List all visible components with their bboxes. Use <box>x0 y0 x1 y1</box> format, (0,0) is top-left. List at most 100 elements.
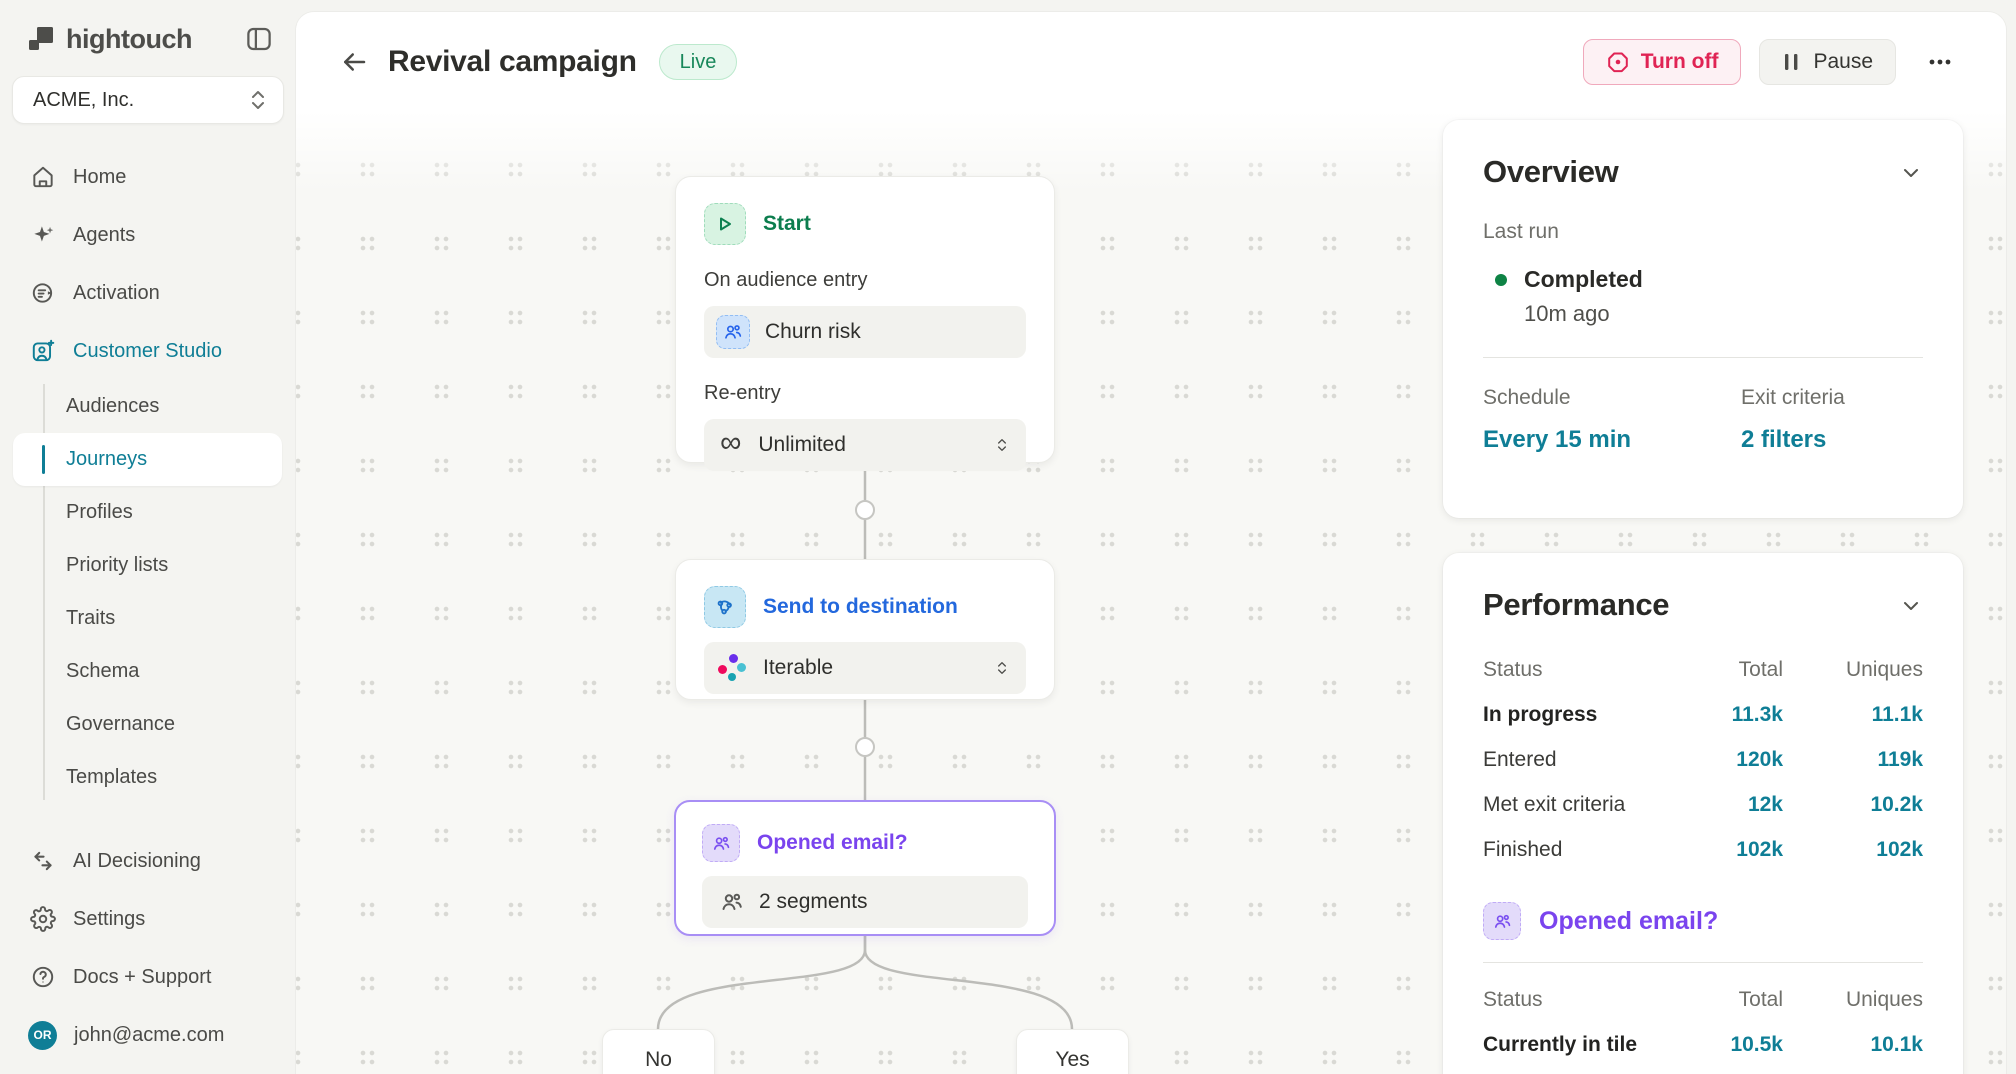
branch-node-opened-email[interactable]: Opened email? 2 segments <box>674 800 1056 936</box>
more-menu-button[interactable] <box>1918 40 1962 84</box>
audience-field[interactable]: Churn risk <box>704 306 1026 358</box>
segments-value: 2 segments <box>759 890 868 914</box>
iterable-logo-icon <box>716 652 748 684</box>
pause-button[interactable]: Pause <box>1759 39 1896 85</box>
back-button[interactable] <box>334 42 374 82</box>
stop-octagon-icon <box>1606 50 1630 74</box>
sidebar-item-priority-lists[interactable]: Priority lists <box>13 539 282 592</box>
sidebar-item-settings[interactable]: Settings <box>0 890 296 948</box>
status-badge-live: Live <box>659 44 738 80</box>
sidebar-item-agents[interactable]: Agents <box>0 206 296 264</box>
send-node-title: Send to destination <box>763 595 958 619</box>
row-total: 11.3k <box>1673 703 1783 727</box>
chevron-down-icon[interactable] <box>1899 160 1923 184</box>
page-header: Revival campaign Live Turn off Pause <box>296 12 2006 112</box>
workspace-selector[interactable]: ACME, Inc. <box>12 76 284 124</box>
row-total: 10.5k <box>1673 1033 1783 1057</box>
sidebar-item-profiles[interactable]: Profiles <box>13 486 282 539</box>
turn-off-button[interactable]: Turn off <box>1583 39 1742 85</box>
sidebar-item-ai-decisioning[interactable]: AI Decisioning <box>0 832 296 890</box>
tile-table: Status Total Uniques Currently in tile 1… <box>1483 977 1923 1067</box>
sidebar-item-audiences[interactable]: Audiences <box>13 380 282 433</box>
user-email: john@acme.com <box>74 1024 224 1047</box>
overview-panel: Overview Last run Completed 10m ago Sche… <box>1443 120 1963 518</box>
workspace-name: ACME, Inc. <box>33 89 134 112</box>
column-status: Status <box>1483 658 1673 682</box>
branch-no-label: No <box>645 1048 672 1072</box>
branch-yes-card[interactable]: Yes <box>1016 1029 1129 1074</box>
hightouch-logo-icon <box>26 24 56 54</box>
row-total: 120k <box>1673 748 1783 772</box>
chevron-up-down-icon <box>996 656 1014 680</box>
table-header-row: Status Total Uniques <box>1483 977 1923 1022</box>
start-node-title: Start <box>763 212 811 236</box>
column-uniques: Uniques <box>1783 658 1923 682</box>
exit-criteria-value-link[interactable]: 2 filters <box>1741 426 1923 454</box>
divider <box>1483 962 1923 963</box>
send-destination-node[interactable]: Send to destination Iterable <box>675 559 1055 700</box>
pause-label: Pause <box>1813 50 1873 74</box>
chevron-up-down-icon <box>996 433 1014 457</box>
sidebar-item-customer-studio[interactable]: Customer Studio <box>0 322 296 380</box>
divider <box>1483 357 1923 358</box>
reentry-value: Unlimited <box>758 433 846 457</box>
reentry-label: Re-entry <box>704 382 1026 405</box>
row-status: Entered <box>1483 748 1673 772</box>
sidebar-item-journeys[interactable]: Journeys <box>13 433 282 486</box>
branch-no-card[interactable]: No <box>602 1029 715 1074</box>
sidebar-item-user-account[interactable]: OR john@acme.com <box>0 1006 296 1064</box>
row-uniques: 102k <box>1783 838 1923 862</box>
row-uniques: 10.2k <box>1783 793 1923 817</box>
users-icon <box>720 890 744 914</box>
main-content: Revival campaign Live Turn off Pause Sta… <box>296 12 2006 1074</box>
exit-criteria-label: Exit criteria <box>1741 386 1923 410</box>
pause-icon <box>1782 51 1802 73</box>
schedule-label: Schedule <box>1483 386 1741 410</box>
sidebar-item-activation[interactable]: Activation <box>0 264 296 322</box>
sidebar-item-label: Governance <box>66 713 175 736</box>
ellipsis-icon <box>1926 48 1954 76</box>
segments-field[interactable]: 2 segments <box>702 876 1028 928</box>
row-uniques: 11.1k <box>1783 703 1923 727</box>
sidebar-item-traits[interactable]: Traits <box>13 592 282 645</box>
brand-name: hightouch <box>66 24 192 55</box>
avatar: OR <box>28 1021 57 1050</box>
sidebar-item-governance[interactable]: Governance <box>13 698 282 751</box>
sidebar-item-schema[interactable]: Schema <box>13 645 282 698</box>
row-status: Met exit criteria <box>1483 793 1673 817</box>
start-node[interactable]: Start On audience entry Churn risk Re-en… <box>675 176 1055 463</box>
column-uniques: Uniques <box>1783 988 1923 1012</box>
play-icon <box>704 203 746 245</box>
table-row: Currently in tile 10.5k 10.1k <box>1483 1022 1923 1067</box>
segments-users-icon <box>1483 902 1521 940</box>
chevron-down-icon[interactable] <box>1899 593 1923 617</box>
logo-row: hightouch <box>26 22 274 56</box>
infinity-icon: ∞ <box>720 428 741 458</box>
arrow-left-icon <box>339 47 369 77</box>
sidebar-item-label: Templates <box>66 766 157 789</box>
sidebar-collapse-icon[interactable] <box>244 24 274 54</box>
sidebar-item-templates[interactable]: Templates <box>13 751 282 804</box>
schedule-value-link[interactable]: Every 15 min <box>1483 426 1741 454</box>
sidebar-item-label: Activation <box>73 282 160 305</box>
destination-select[interactable]: Iterable <box>704 642 1026 694</box>
sidebar-item-docs-support[interactable]: Docs + Support <box>0 948 296 1006</box>
home-icon <box>30 164 56 190</box>
sidebar-item-label: Customer Studio <box>73 340 222 363</box>
column-total: Total <box>1673 658 1783 682</box>
tile-link-opened-email[interactable]: Opened email? <box>1539 907 1718 936</box>
chevron-up-down-icon <box>249 89 267 111</box>
sidebar-item-home[interactable]: Home <box>0 148 296 206</box>
overview-title: Overview <box>1483 154 1618 190</box>
column-total: Total <box>1673 988 1783 1012</box>
sidebar-item-label: Audiences <box>66 395 159 418</box>
sidebar: hightouch ACME, Inc. Home Agents Activat <box>0 0 296 1074</box>
table-row: Entered 120k 119k <box>1483 737 1923 782</box>
loop-icon <box>30 848 56 874</box>
table-header-row: Status Total Uniques <box>1483 647 1923 692</box>
column-status: Status <box>1483 988 1673 1012</box>
row-total: 12k <box>1673 793 1783 817</box>
sidebar-item-label: AI Decisioning <box>73 850 201 873</box>
reentry-select[interactable]: ∞ Unlimited <box>704 419 1026 471</box>
row-uniques: 119k <box>1783 748 1923 772</box>
